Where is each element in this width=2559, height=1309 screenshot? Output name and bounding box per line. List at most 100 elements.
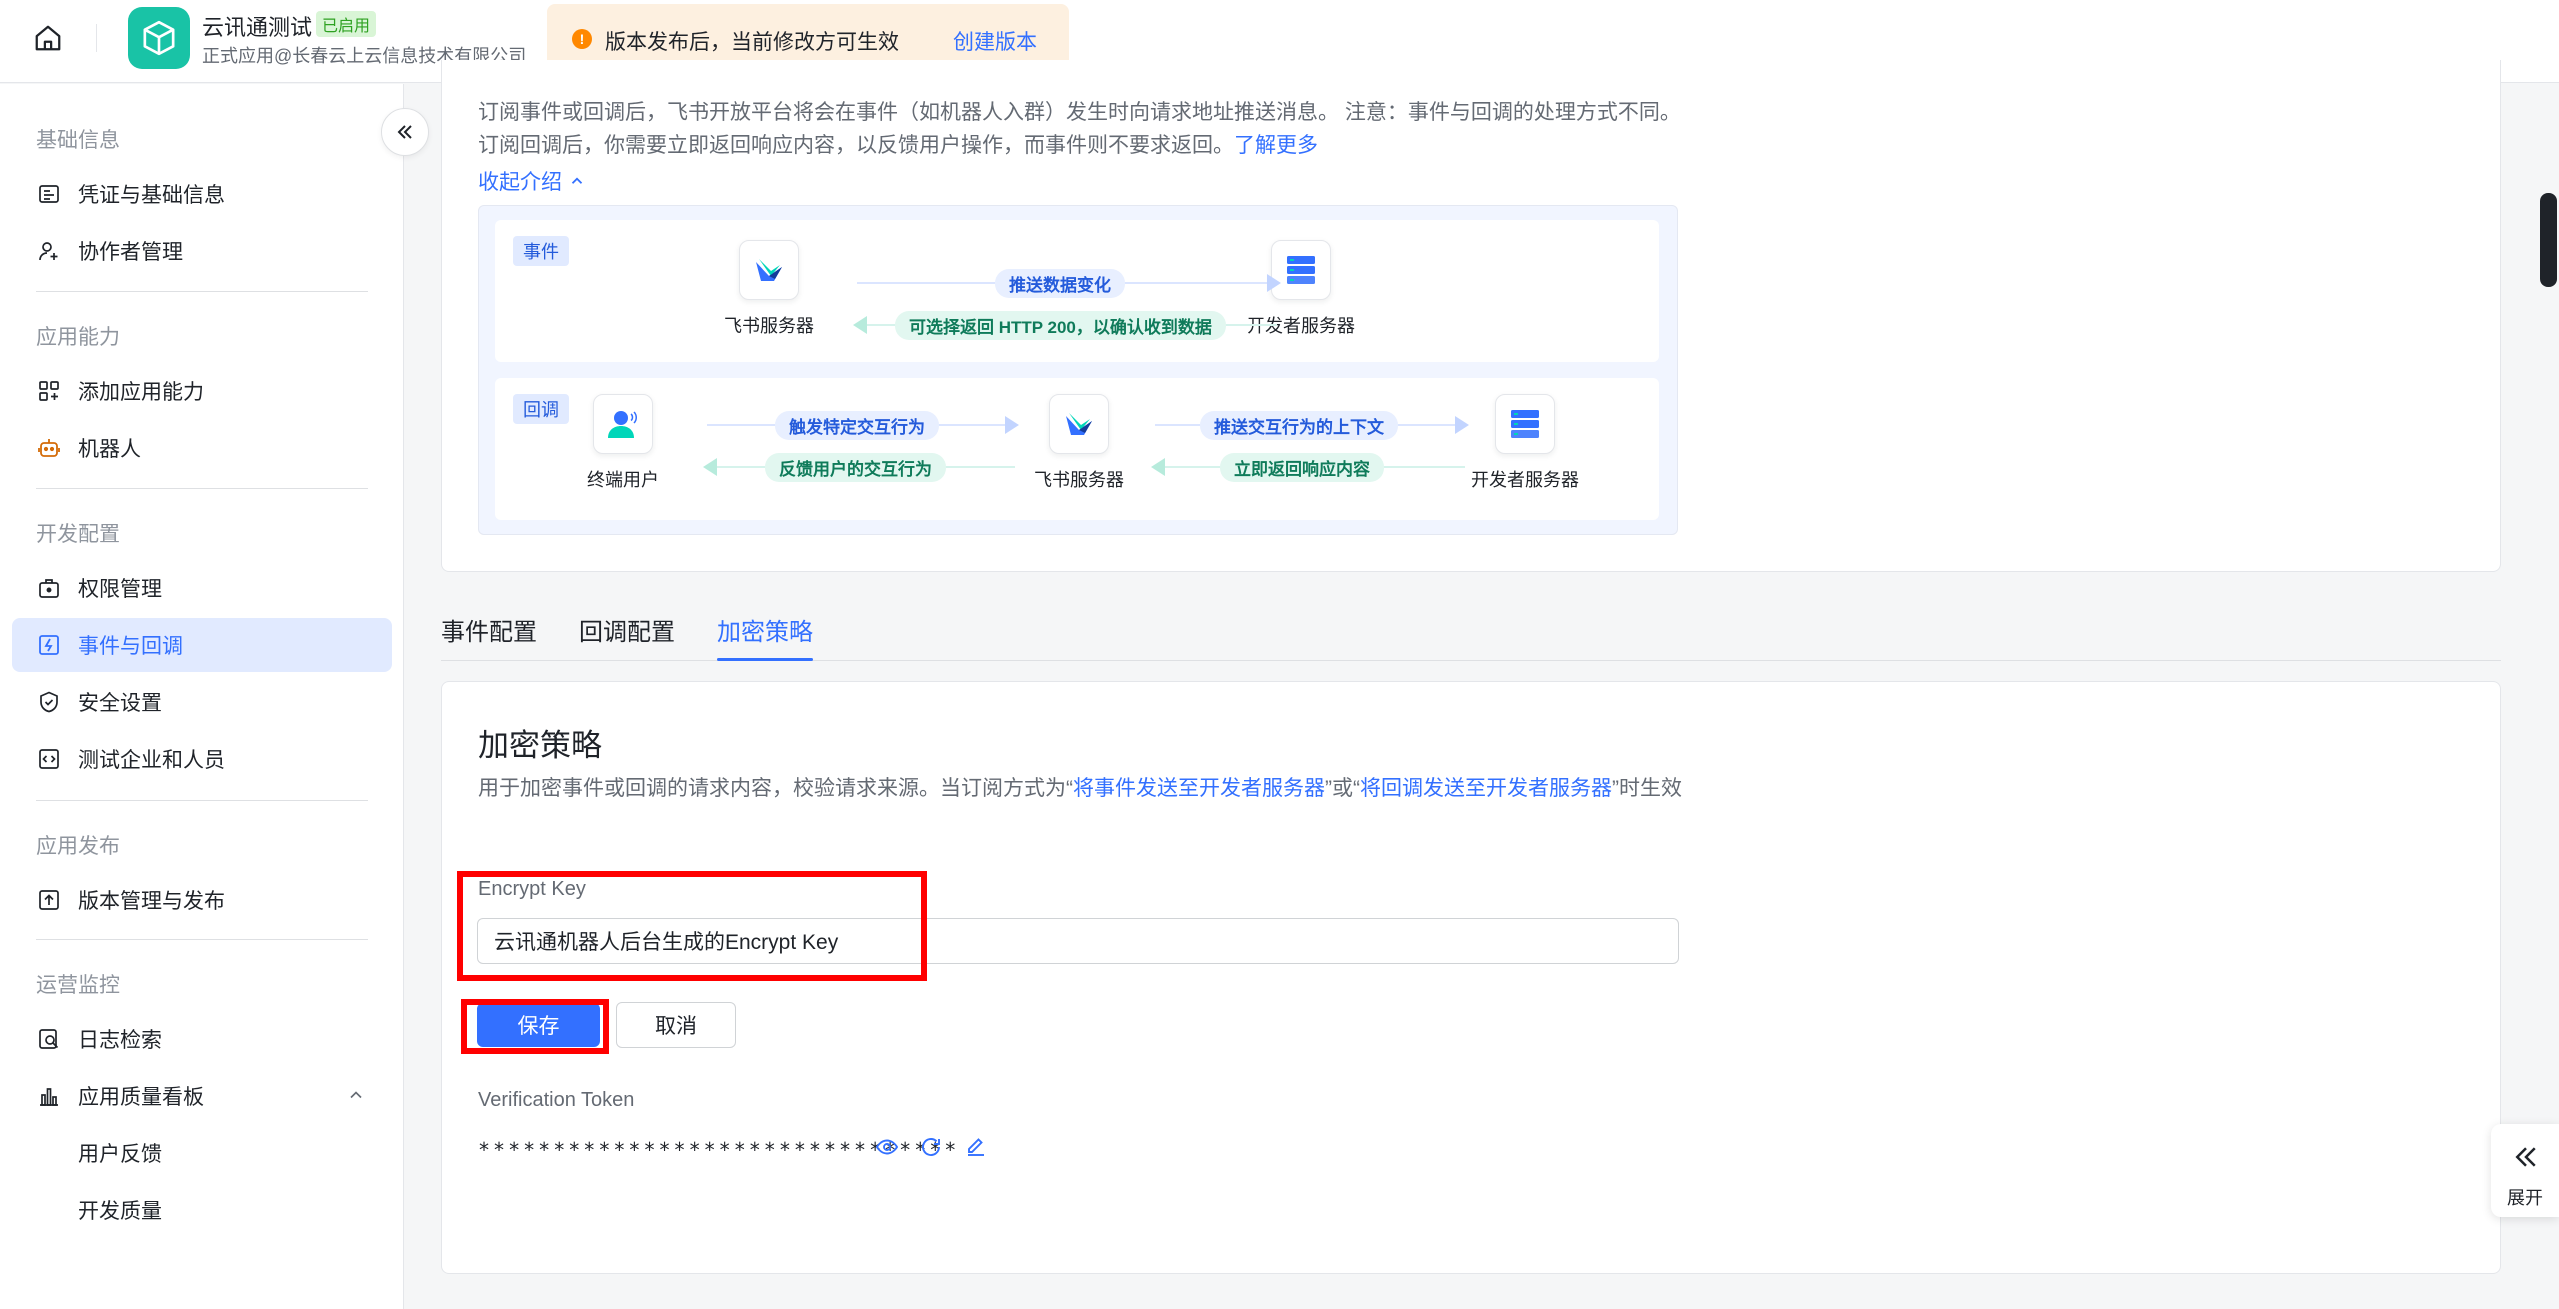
config-tabs: 事件配置 回调配置 加密策略 xyxy=(441,606,2501,661)
expand-label: 展开 xyxy=(2507,1188,2543,1208)
tab-callback-config[interactable]: 回调配置 xyxy=(579,612,675,647)
learn-more-link[interactable]: 了解更多 xyxy=(1234,134,1318,157)
sidebar-divider xyxy=(36,800,368,801)
tab-encryption[interactable]: 加密策略 xyxy=(717,612,813,647)
shield-icon xyxy=(36,689,62,715)
sidebar-item-label: 测试企业和人员 xyxy=(78,749,225,772)
sidebar-item-security[interactable]: 安全设置 xyxy=(12,675,392,729)
warning-icon: ! xyxy=(572,29,592,49)
chevron-up-icon xyxy=(568,172,586,190)
sidebar-item-log-search[interactable]: 日志检索 xyxy=(12,1012,392,1066)
server-rack-icon xyxy=(1495,394,1555,454)
briefcase-lock-icon xyxy=(36,575,62,601)
node-label: 飞书服务器 xyxy=(1034,470,1124,490)
eye-icon[interactable] xyxy=(874,1134,900,1160)
section-ops: 运营监控 xyxy=(36,974,120,997)
sidebar-item-credentials[interactable]: 凭证与基础信息 xyxy=(12,167,392,221)
sidebar-item-label: 凭证与基础信息 xyxy=(78,184,225,207)
node-label: 开发者服务器 xyxy=(1471,470,1579,490)
feishu-server-node: 飞书服务器 xyxy=(699,240,839,338)
collapse-intro-link[interactable]: 收起介绍 xyxy=(478,166,586,196)
sidebar-item-events[interactable]: 事件与回调 xyxy=(12,618,392,672)
credential-icon xyxy=(36,181,62,207)
event-lane: 事件 飞书服务器 开发者服务器 推送数据变化 可选择返回 HTTP 200，以确… xyxy=(495,220,1659,362)
sidebar-item-test-enterprise[interactable]: 测试企业和人员 xyxy=(12,732,392,786)
flow-diagram: 事件 飞书服务器 开发者服务器 推送数据变化 可选择返回 HTTP 200，以确… xyxy=(478,205,1678,535)
app-logo-icon xyxy=(128,7,190,69)
callback-lane: 回调 终端用户 飞书服务器 开发者服务器 触发特定交互行为 反馈用户的交互行为 … xyxy=(495,378,1659,520)
chevron-up-icon[interactable] xyxy=(346,1085,366,1111)
sidebar-item-bot[interactable]: 机器人 xyxy=(12,421,392,475)
sidebar-item-versions[interactable]: 版本管理与发布 xyxy=(12,873,392,927)
save-button-highlight xyxy=(461,999,609,1054)
refresh-icon[interactable] xyxy=(918,1134,944,1160)
user-add-icon xyxy=(36,238,62,264)
app-name: 云讯通测试 xyxy=(202,15,313,40)
desc-text: ”时生效 xyxy=(1612,777,1682,800)
apps-add-icon xyxy=(36,378,62,404)
sidebar-item-label: 日志检索 xyxy=(78,1029,162,1052)
event-to-server-link[interactable]: 将事件发送至开发者服务器 xyxy=(1073,777,1325,800)
end-user-node: 终端用户 xyxy=(553,394,693,492)
sidebar-divider xyxy=(36,291,368,292)
upload-box-icon xyxy=(36,887,62,913)
node-label: 终端用户 xyxy=(587,470,659,490)
encrypt-key-highlight xyxy=(457,871,927,981)
encryption-title: 加密策略 xyxy=(478,728,602,763)
create-version-link[interactable]: 创建版本 xyxy=(953,26,1037,56)
section-dev: 开发配置 xyxy=(36,523,120,546)
sidebar-item-add-ability[interactable]: 添加应用能力 xyxy=(12,364,392,418)
intro-text: 订阅事件或回调后，飞书开放平台将会在事件（如机器人入群）发生时向请求地址推送消息… xyxy=(478,96,1698,162)
feishu-server-node: 飞书服务器 xyxy=(1009,394,1149,492)
code-window-icon xyxy=(36,746,62,772)
sidebar-item-user-feedback[interactable]: 用户反馈 xyxy=(12,1126,392,1180)
scrollbar-thumb[interactable] xyxy=(2540,193,2557,287)
desc-text: ”或“ xyxy=(1325,777,1360,800)
sidebar-item-label: 安全设置 xyxy=(78,692,162,715)
chevrons-left-icon xyxy=(2511,1142,2541,1177)
push-context-label: 推送交互行为的上下文 xyxy=(1200,411,1398,440)
log-search-icon xyxy=(36,1026,62,1052)
active-tab-indicator xyxy=(717,658,813,661)
push-data-label: 推送数据变化 xyxy=(995,269,1125,298)
collapse-sidebar-button[interactable] xyxy=(381,108,429,156)
end-user-icon xyxy=(593,394,653,454)
header-divider xyxy=(96,24,97,52)
sidebar-item-collaborators[interactable]: 协作者管理 xyxy=(12,224,392,278)
section-ability: 应用能力 xyxy=(36,326,120,349)
home-icon[interactable] xyxy=(30,20,66,56)
feedback-label: 反馈用户的交互行为 xyxy=(765,453,946,482)
sidebar-item-label: 版本管理与发布 xyxy=(78,890,225,913)
expand-panel-button[interactable]: 展开 xyxy=(2491,1124,2559,1217)
respond-label: 立即返回响应内容 xyxy=(1220,453,1384,482)
cancel-button[interactable]: 取消 xyxy=(616,1002,736,1048)
sidebar: 基础信息 凭证与基础信息 协作者管理 应用能力 添加应用能力 机器人 开发配置 … xyxy=(0,84,404,1309)
tab-event-config[interactable]: 事件配置 xyxy=(441,612,537,647)
sidebar-item-label: 权限管理 xyxy=(78,578,162,601)
bar-chart-icon xyxy=(36,1083,62,1109)
collapse-intro-label: 收起介绍 xyxy=(478,171,562,194)
feishu-logo-icon xyxy=(739,240,799,300)
intro-description: 订阅事件或回调后，飞书开放平台将会在事件（如机器人入群）发生时向请求地址推送消息… xyxy=(478,101,1681,157)
sidebar-item-label: 协作者管理 xyxy=(78,241,183,264)
sidebar-divider xyxy=(36,939,368,940)
sidebar-item-label: 事件与回调 xyxy=(78,635,183,658)
desc-text: 用于加密事件或回调的请求内容，校验请求来源。当订阅方式为“ xyxy=(478,777,1073,800)
http200-label: 可选择返回 HTTP 200，以确认收到数据 xyxy=(895,311,1226,340)
feishu-logo-icon xyxy=(1049,394,1109,454)
node-label: 飞书服务器 xyxy=(724,316,814,336)
sidebar-item-permissions[interactable]: 权限管理 xyxy=(12,561,392,615)
section-publish: 应用发布 xyxy=(36,835,120,858)
sidebar-item-dev-quality[interactable]: 开发质量 xyxy=(12,1183,392,1237)
sidebar-item-label: 用户反馈 xyxy=(78,1143,162,1166)
sidebar-item-label: 机器人 xyxy=(78,438,141,461)
edit-icon[interactable] xyxy=(963,1134,989,1160)
event-icon xyxy=(36,632,62,658)
event-tag: 事件 xyxy=(513,236,569,266)
section-basic: 基础信息 xyxy=(36,129,120,152)
callback-to-server-link[interactable]: 将回调发送至开发者服务器 xyxy=(1360,777,1612,800)
sidebar-divider xyxy=(36,488,368,489)
notice-text: 版本发布后，当前修改方可生效 xyxy=(605,31,899,54)
encryption-description: 用于加密事件或回调的请求内容，校验请求来源。当订阅方式为“将事件发送至开发者服务… xyxy=(478,772,1698,805)
sidebar-item-quality-board[interactable]: 应用质量看板 xyxy=(12,1069,392,1123)
